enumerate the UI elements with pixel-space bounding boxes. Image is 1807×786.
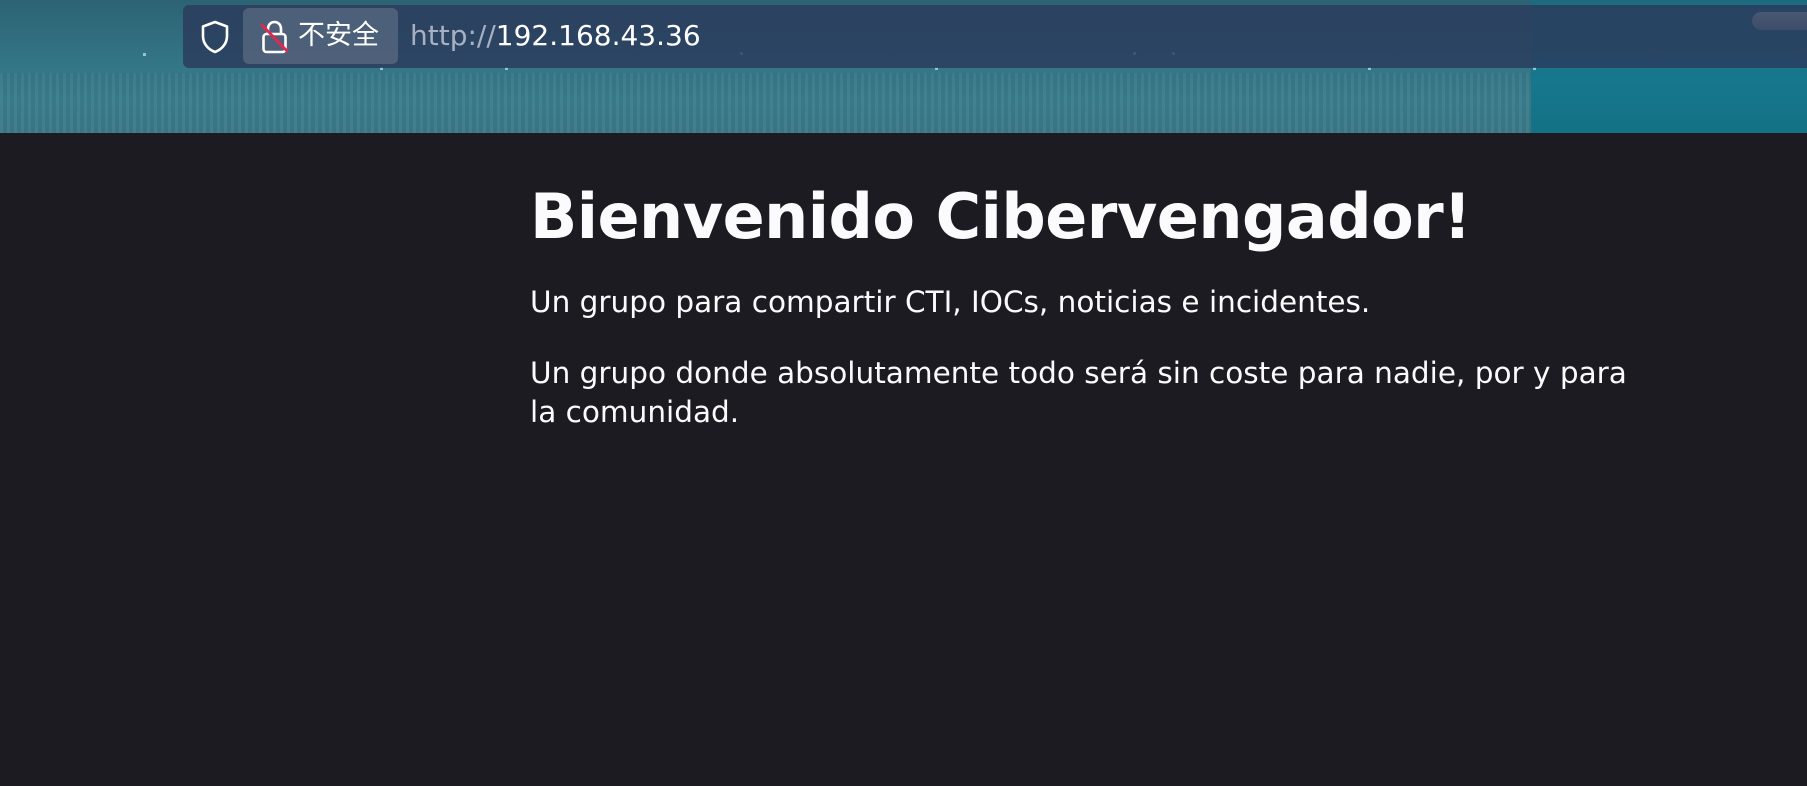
browser-chrome: 不安全 http://192.168.43.36 [0,0,1807,133]
url-text[interactable]: http://192.168.43.36 [410,17,701,55]
intro-paragraph: Un grupo para compartir CTI, IOCs, notic… [530,285,1371,319]
page-title: Bienvenido Cibervengador! [530,180,1472,253]
page-content: Bienvenido Cibervengador! Un grupo para … [530,170,1650,432]
header-background-texture [0,73,1531,133]
url-scheme: http:// [410,19,496,52]
url-host: 192.168.43.36 [495,19,701,52]
shield-icon[interactable] [198,19,232,55]
security-label[interactable]: 不安全 [298,18,379,54]
insecure-lock-icon [260,20,289,54]
mission-paragraph: Un grupo donde absolutamente todo será s… [530,356,1627,429]
background-dot [143,53,146,56]
